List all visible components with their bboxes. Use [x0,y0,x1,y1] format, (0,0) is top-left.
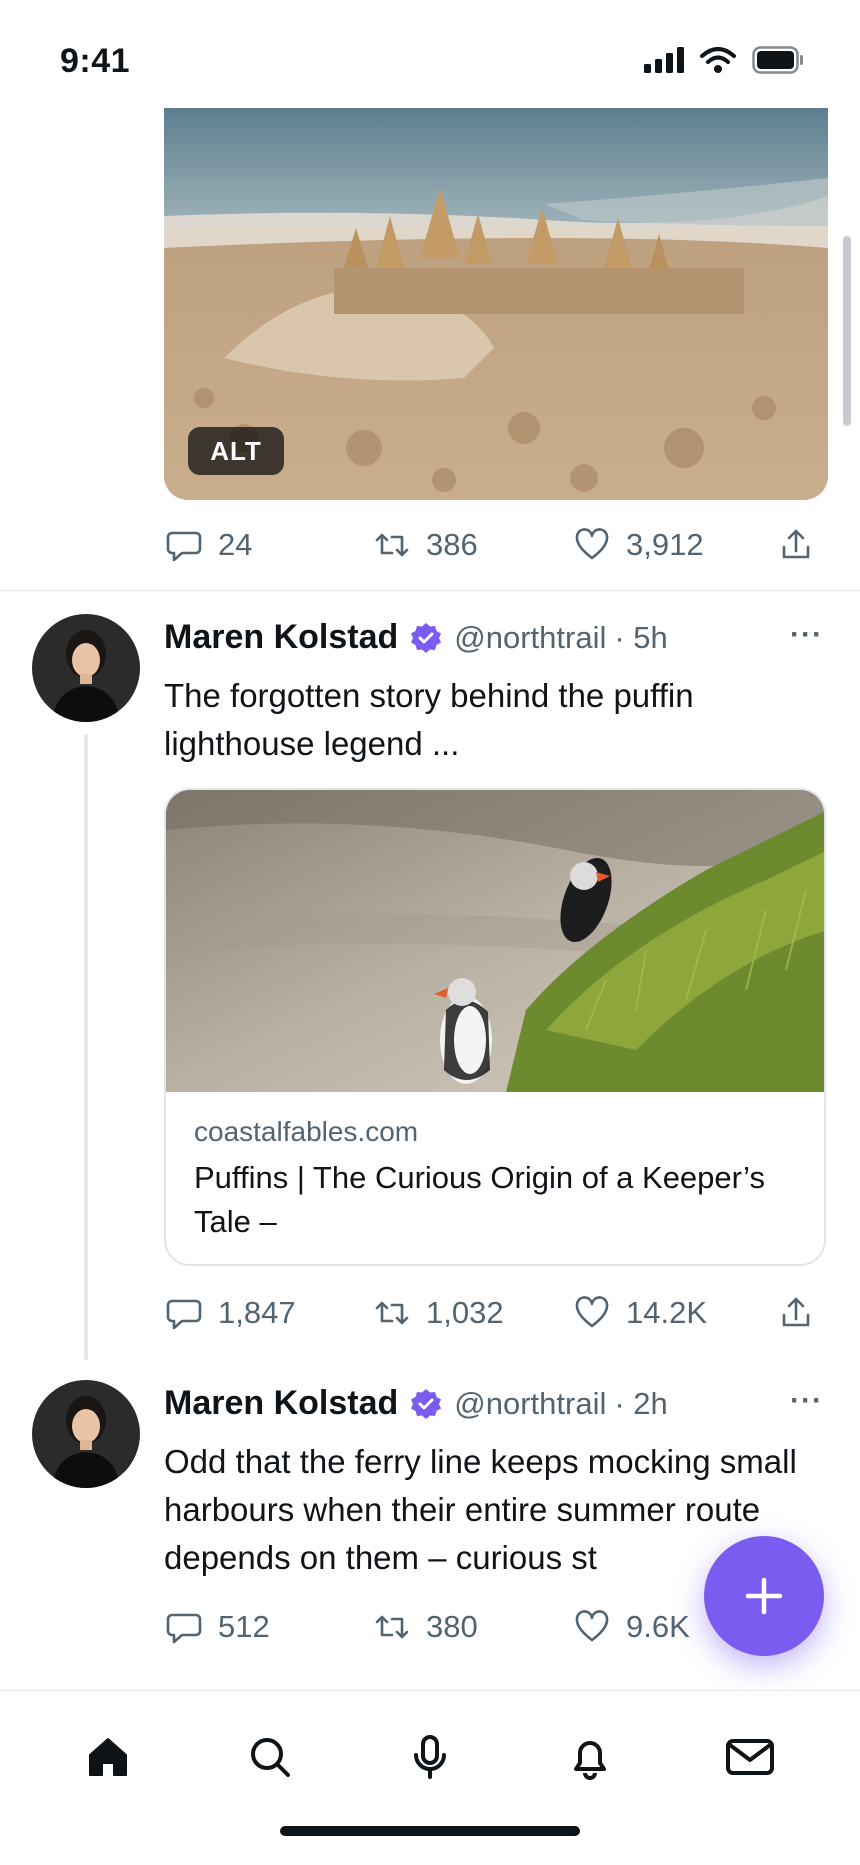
status-time: 9:41 [60,42,131,80]
repost-icon [375,533,409,557]
reply-count: 512 [218,1609,270,1644]
link-card-title: Puffins | The Curious Origin of a Keeper… [194,1160,765,1239]
post1-actions: 24 386 3,912 [164,522,824,568]
tab-notifications[interactable] [562,1729,618,1785]
mail-icon [726,1739,774,1775]
heart-icon [575,1296,609,1328]
share-button[interactable] [776,525,816,565]
repost-icon [375,1615,409,1639]
alt-text-badge[interactable]: ALT [188,427,284,475]
repost-count: 380 [426,1609,478,1644]
avatar[interactable] [32,1380,140,1488]
post-text: The forgotten story behind the puffin li… [164,677,694,762]
search-icon [251,1738,290,1777]
like-count: 14.2K [626,1295,708,1330]
like-count: 9.6K [626,1609,690,1644]
compose-button[interactable] [704,1536,824,1656]
tab-home[interactable] [80,1729,136,1785]
post-timestamp: · 2h [614,1385,668,1421]
share-button[interactable] [776,1293,816,1333]
reply-icon [166,1613,202,1644]
post-timestamp: · 5h [614,619,668,655]
plus-icon [745,1577,783,1615]
reply-count: 1,847 [218,1295,296,1330]
post2-actions: 1,847 1,032 14.2K [164,1290,824,1336]
thread-line [84,734,88,1360]
share-icon [782,529,810,559]
microphone-icon [414,1735,446,1779]
repost-button[interactable]: 380 [372,1607,478,1647]
reply-button[interactable]: 512 [164,1607,270,1647]
link-card-domain: coastalfables.com [194,1116,419,1147]
like-count: 3,912 [626,527,704,562]
avatar-image [32,1380,140,1488]
status-icons [644,46,804,74]
repost-button[interactable]: 1,032 [372,1293,504,1333]
share-icon [782,1297,810,1327]
reply-icon [166,531,202,562]
repost-count: 386 [426,527,478,562]
like-button[interactable]: 14.2K [572,1293,707,1333]
home-indicator[interactable] [280,1826,580,1836]
post-divider [0,590,860,591]
more-options-button[interactable]: ··· [790,618,823,652]
post2-header: Maren Kolstad @northtrail · 5h [164,618,668,657]
author-handle[interactable]: @northtrail [454,1386,606,1422]
tab-search[interactable] [242,1729,298,1785]
like-button[interactable]: 3,912 [572,525,704,565]
reply-icon [166,1299,202,1330]
post3-header: Maren Kolstad @northtrail · 2h [164,1384,668,1423]
reply-count: 24 [218,527,253,562]
repost-icon [375,1301,409,1325]
reply-button[interactable]: 1,847 [164,1293,296,1333]
scrollbar[interactable] [843,236,851,426]
cellular-signal-icon [644,47,684,73]
verified-badge-icon [411,1388,442,1419]
repost-count: 1,032 [426,1295,504,1330]
link-card-image [166,790,824,1092]
home-icon [89,1738,127,1776]
bell-icon [574,1741,606,1780]
avatar[interactable] [32,614,140,722]
verified-badge-icon [411,622,442,653]
wifi-icon [700,47,736,73]
tab-messages[interactable] [722,1729,778,1785]
more-options-button[interactable]: ··· [790,1384,823,1418]
author-name[interactable]: Maren Kolstad [164,1384,398,1423]
battery-icon [752,46,803,74]
link-card[interactable]: coastalfables.com Puffins | The Curious … [164,788,826,1266]
avatar-image [32,614,140,722]
tab-spaces[interactable] [402,1729,458,1785]
repost-button[interactable]: 386 [372,525,478,565]
author-handle[interactable]: @northtrail [454,620,606,656]
author-name[interactable]: Maren Kolstad [164,618,398,657]
heart-icon [575,1610,609,1642]
bottom-tab-bar [0,1690,860,1865]
puffins-image [166,790,824,1092]
reply-button[interactable]: 24 [164,525,252,565]
heart-icon [575,528,609,560]
like-button[interactable]: 9.6K [572,1607,690,1647]
